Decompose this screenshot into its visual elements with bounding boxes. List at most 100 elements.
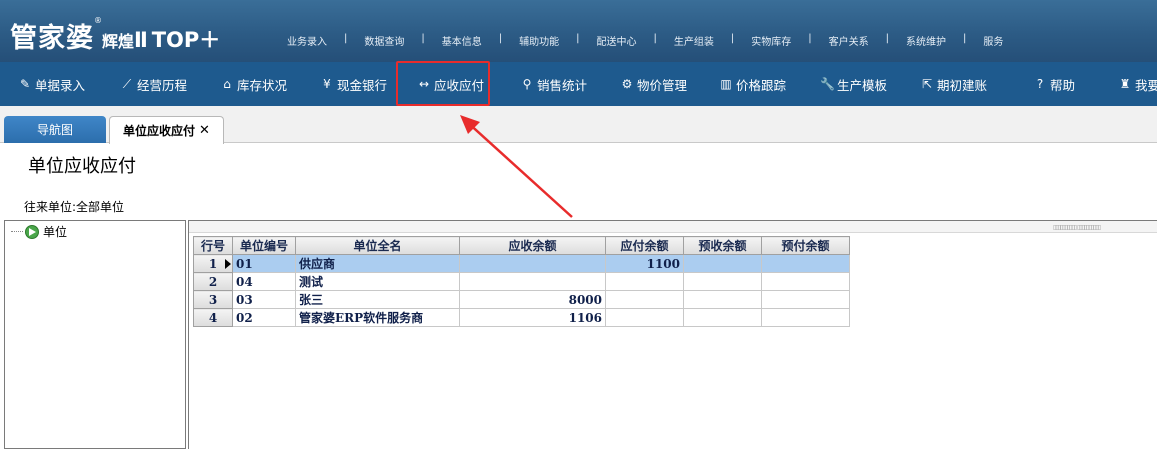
column-header[interactable]: 应付余额 — [605, 236, 684, 255]
toolbar-button-cash-bank[interactable]: ¥ 现金银行 — [320, 62, 387, 106]
top-menu-item[interactable]: 生产组装 — [657, 33, 731, 48]
splitter-grip: ▯▯▯▯▯▯▯▯▯▯ ▯▯▯▯▯▯▯▯▯▯ — [1053, 224, 1101, 231]
tab-receivable-payable[interactable]: 单位应收应付 ✕ — [109, 116, 224, 144]
toolbar-button-business-history[interactable]: ⟋ 经营历程 — [120, 62, 187, 106]
tree-connector — [11, 231, 23, 232]
unit-name-cell[interactable]: 供应商 — [295, 254, 460, 273]
unit-code-cell[interactable]: 02 — [232, 308, 296, 327]
play-icon — [25, 224, 39, 239]
toolbar-button-production-template[interactable]: 🔧 生产模板 — [820, 62, 887, 106]
unit-code-cell[interactable]: 01 — [232, 254, 296, 273]
help-icon: ? — [1036, 77, 1044, 91]
top-menu-item[interactable]: 辅助功能 — [502, 33, 576, 48]
unit-code-cell[interactable]: 03 — [232, 290, 296, 309]
toolbar-label: 销售统计 — [537, 77, 588, 93]
top-menu-item[interactable]: 基本信息 — [425, 33, 499, 48]
top-banner: 管家婆®辉煌Ⅱ TOP＋ 业务录入 | 数据查询 | 基本信息 | 辅助功能 | 配送中… — [0, 0, 1157, 62]
money-bag-icon: ♜ — [1119, 77, 1131, 91]
prereceived-cell[interactable] — [683, 254, 762, 273]
receivable-cell[interactable]: 1106 — [459, 308, 606, 327]
logo-sub-text: 辉煌 — [102, 32, 135, 51]
top-menu: 业务录入 | 数据查询 | 基本信息 | 辅助功能 | 配送中心 | 生产组装 | 实物库存… — [270, 33, 1020, 48]
row-pointer-icon — [225, 259, 231, 269]
table-row[interactable]: 2 04 测试 — [193, 272, 850, 291]
tab-navigation-map[interactable]: 导航图 — [4, 116, 106, 143]
toolbar-label: 物价管理 — [637, 77, 688, 93]
payable-cell[interactable]: 1100 — [605, 254, 684, 273]
top-menu-item[interactable]: 服务 — [966, 33, 1020, 48]
toolbar-label: 经营历程 — [137, 77, 188, 93]
external-link-icon: ⇱ — [921, 77, 933, 91]
toolbar-button-price-management[interactable]: ⚙ 物价管理 — [620, 62, 687, 106]
toolbar-button-price-tracking[interactable]: ▥ 价格跟踪 — [719, 62, 786, 106]
table-row[interactable]: 4 02 管家婆ERP软件服务商 1106 — [193, 308, 850, 327]
prereceived-cell[interactable] — [683, 308, 762, 327]
receivable-cell[interactable] — [459, 272, 606, 291]
toolbar-button-more[interactable]: ♜ 我要 — [1118, 62, 1157, 106]
column-header[interactable]: 行号 — [193, 236, 233, 255]
table-row[interactable]: 3 03 张三 8000 — [193, 290, 850, 309]
prepaid-cell[interactable] — [761, 290, 850, 309]
toolbar-label: 帮助 — [1050, 77, 1076, 93]
prereceived-cell[interactable] — [683, 290, 762, 309]
unit-tree: 单位 — [4, 220, 186, 449]
column-header[interactable]: 预付余额 — [761, 236, 850, 255]
payable-cell[interactable] — [605, 308, 684, 327]
receivable-cell[interactable] — [459, 254, 606, 273]
payable-cell[interactable] — [605, 272, 684, 291]
top-menu-item[interactable]: 配送中心 — [580, 33, 654, 48]
receivable-cell[interactable]: 8000 — [459, 290, 606, 309]
splitter-bar[interactable]: ▯▯▯▯▯▯▯▯▯▯ ▯▯▯▯▯▯▯▯▯▯ — [189, 221, 1157, 233]
prepaid-cell[interactable] — [761, 308, 850, 327]
filter-line: 往来单位:全部单位 — [24, 198, 124, 215]
row-number: 1 — [208, 256, 218, 271]
line-chart-icon: ⟋ — [122, 76, 132, 91]
toolbar-label: 单据录入 — [35, 77, 86, 93]
column-header[interactable]: 单位编号 — [232, 236, 296, 255]
home-icon: ⌂ — [223, 77, 231, 91]
balance-table: 行号 单位编号 单位全名 应收余额 应付余额 预收余额 预付余额 1 01 供应… — [193, 236, 850, 327]
prepaid-cell[interactable] — [761, 272, 850, 291]
top-menu-item[interactable]: 实物库存 — [734, 33, 808, 48]
table-header-row: 行号 单位编号 单位全名 应收余额 应付余额 预收余额 预付余额 — [193, 236, 850, 255]
prereceived-cell[interactable] — [683, 272, 762, 291]
grid-panel: ▯▯▯▯▯▯▯▯▯▯ ▯▯▯▯▯▯▯▯▯▯ 行号 单位编号 单位全名 应收余额 … — [188, 220, 1157, 449]
document-edit-icon: ✎ — [19, 77, 31, 91]
close-icon[interactable]: ✕ — [199, 123, 210, 138]
filter-label: 往来单位: — [24, 200, 77, 214]
logo-top-text: TOP＋ — [151, 28, 221, 52]
tab-strip: 导航图 单位应收应付 ✕ — [0, 106, 1157, 144]
unit-name-cell[interactable]: 张三 — [295, 290, 460, 309]
toolbar-button-opening-accounts[interactable]: ⇱ 期初建账 — [920, 62, 987, 106]
logo-registered-mark: ® — [94, 16, 102, 25]
column-header[interactable]: 单位全名 — [295, 236, 460, 255]
top-menu-item[interactable]: 客户关系 — [812, 33, 886, 48]
toolbar-button-sales-stats[interactable]: ⚲ 销售统计 — [520, 62, 587, 106]
toolbar-button-help[interactable]: ? 帮助 — [1033, 62, 1075, 106]
row-number-cell: 2 — [193, 272, 233, 291]
top-menu-item[interactable]: 业务录入 — [270, 33, 344, 48]
prepaid-cell[interactable] — [761, 254, 850, 273]
top-menu-item[interactable]: 系统维护 — [889, 33, 963, 48]
filter-value: 全部单位 — [76, 200, 125, 214]
column-header[interactable]: 预收余额 — [683, 236, 762, 255]
page-title: 单位应收应付 — [28, 156, 136, 177]
unit-name-cell[interactable]: 管家婆ERP软件服务商 — [295, 308, 460, 327]
logo-main-text: 管家婆 — [10, 23, 94, 54]
toolbar-button-document-entry[interactable]: ✎ 单据录入 — [18, 62, 85, 106]
toolbar-button-inventory-status[interactable]: ⌂ 库存状况 — [220, 62, 287, 106]
top-menu-item[interactable]: 数据查询 — [347, 33, 421, 48]
table-row[interactable]: 1 01 供应商 1100 — [193, 254, 850, 273]
wrench-icon: 🔧 — [820, 77, 835, 91]
gear-icon: ⚙ — [621, 77, 633, 91]
app-logo: 管家婆®辉煌Ⅱ TOP＋ — [10, 16, 220, 55]
unit-name-cell[interactable]: 测试 — [295, 272, 460, 291]
unit-code-cell[interactable]: 04 — [232, 272, 296, 291]
logo-roman-numeral: Ⅱ — [134, 28, 148, 52]
column-header[interactable]: 应收余额 — [459, 236, 606, 255]
payable-cell[interactable] — [605, 290, 684, 309]
toolbar-label: 现金银行 — [337, 77, 388, 93]
toolbar-label: 库存状况 — [237, 77, 288, 93]
tree-node-root[interactable]: 单位 — [11, 223, 67, 240]
row-number-cell: 1 — [193, 254, 233, 273]
